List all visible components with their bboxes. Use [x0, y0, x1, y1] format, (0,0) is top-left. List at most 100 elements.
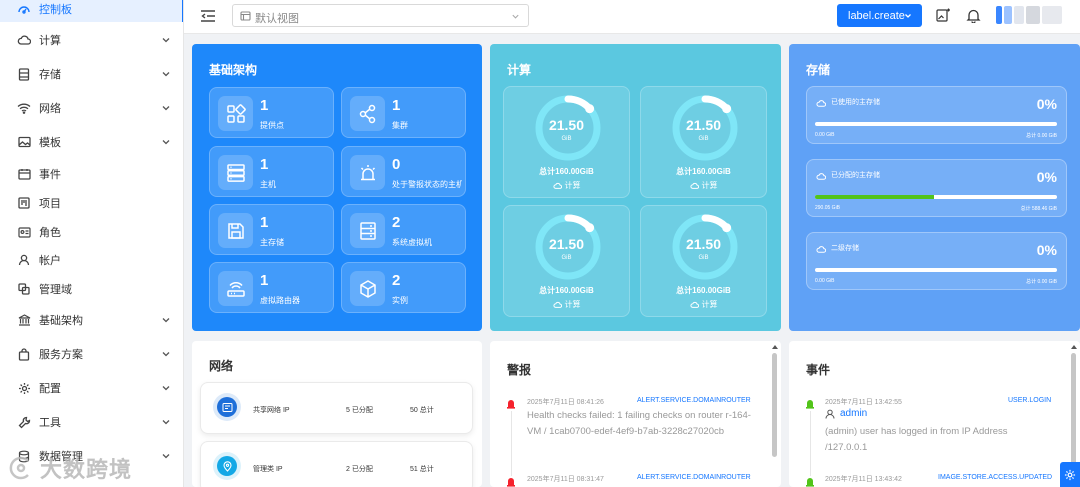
- sidebar-item-tools[interactable]: 工具: [0, 409, 183, 435]
- chevron-down-icon: [162, 352, 170, 357]
- compute-gauge-tile[interactable]: 21.50 GiB 总计160.00GiB 计算: [503, 205, 630, 317]
- sidebar-item-label: 服务方案: [39, 349, 83, 361]
- compute-gauge-tile[interactable]: 21.50 GiB 总计160.00GiB 计算: [640, 86, 767, 198]
- gauge-unit: GiB: [698, 255, 709, 261]
- gauge-type: 计算: [641, 299, 766, 310]
- event-type-link[interactable]: USER.LOGIN: [1008, 397, 1051, 404]
- alert-message: Health checks failed: 1 failing checks o…: [527, 410, 751, 437]
- storage-percent: 0%: [1036, 169, 1057, 185]
- add-image-icon[interactable]: [936, 8, 951, 23]
- tile-virtual-routers[interactable]: 1 虚拟路由器: [209, 262, 334, 313]
- avatar[interactable]: [996, 6, 1066, 24]
- scrollbar-thumb[interactable]: [772, 353, 777, 457]
- storage-used: 0.00 GiB: [815, 132, 835, 138]
- tile-primary-storage[interactable]: 1 主存储: [209, 204, 334, 255]
- event-beacon-icon: [806, 478, 814, 487]
- menu-fold-icon[interactable]: [200, 9, 216, 23]
- sidebar-item-projects[interactable]: 项目: [0, 190, 183, 216]
- compute-gauge-tile[interactable]: 21.50 GiB 总计160.00GiB 计算: [503, 86, 630, 198]
- sidebar-item-network[interactable]: 网络: [0, 95, 183, 121]
- chevron-down-icon: [162, 318, 170, 323]
- chevron-down-icon: [162, 38, 170, 43]
- cabinet-icon: [350, 213, 385, 248]
- storage-progress-bar: [815, 268, 1057, 272]
- tile-system-vms[interactable]: 2 系统虚拟机: [341, 204, 466, 255]
- storage-progress-bar: [815, 195, 1057, 199]
- sidebar-item-infrastructure[interactable]: 基础架构: [0, 307, 183, 333]
- watermark: 大数跨境: [8, 452, 132, 484]
- card-title: 警报: [507, 363, 532, 377]
- sidebar-item-storage[interactable]: 存储: [0, 61, 183, 87]
- location-icon: [217, 456, 237, 476]
- tile-value: 2: [392, 214, 401, 231]
- cloud-icon: [689, 301, 699, 308]
- sidebar-item-service-offerings[interactable]: 服务方案: [0, 341, 183, 367]
- tile-value: 1: [260, 156, 269, 173]
- tile-alert-hosts[interactable]: 0 处于警报状态的主机: [341, 146, 466, 197]
- event-time: 2025年7月11日 13:42:55: [825, 399, 902, 406]
- cloud-icon: [16, 32, 32, 48]
- create-button[interactable]: label.create: [837, 4, 922, 27]
- tile-pods[interactable]: 1 提供点: [209, 87, 334, 138]
- tile-label: 提供点: [260, 121, 284, 130]
- gauge-type-label: 计算: [701, 300, 718, 309]
- tile-label: 处于警报状态的主机: [392, 180, 462, 189]
- scrollbar-thumb[interactable]: [1071, 353, 1076, 471]
- storage-name: 已使用的主存储: [831, 99, 880, 106]
- sidebar-item-label: 模板: [39, 137, 61, 149]
- scroll-up-arrow[interactable]: [1071, 345, 1077, 349]
- compute-gauge-tile[interactable]: 21.50 GiB 总计160.00GiB 计算: [640, 205, 767, 317]
- view-select[interactable]: 默认视图: [232, 4, 529, 27]
- sidebar-item-domains[interactable]: 管理域: [0, 276, 183, 302]
- scroll-up-arrow[interactable]: [772, 345, 778, 349]
- bell-icon[interactable]: [966, 8, 981, 23]
- tile-value: 1: [392, 97, 401, 114]
- gauge-value: 21.50: [685, 236, 722, 252]
- chevron-down-icon: [162, 454, 170, 459]
- events-card: 事件 2025年7月11日 13:42:55 USER.LOGIN admin …: [789, 341, 1080, 487]
- network-row-name: 管理类 IP: [253, 466, 283, 473]
- gauge-type-label: 计算: [564, 300, 581, 309]
- storage-total: 总计 0.00 GiB: [1026, 133, 1057, 139]
- network-card: 网络 共享网络 IP 5 已分配 50 总计 管理类 IP 2 已分配 51 总…: [192, 341, 482, 487]
- sidebar-item-roles[interactable]: 角色: [0, 219, 183, 245]
- sidebar-item-compute[interactable]: 计算: [0, 27, 183, 53]
- gauge-total: 总计160.00GiB: [539, 167, 594, 176]
- storage-usage-tile[interactable]: 二级存储 0% 0.00 GiB 总计 0.00 GiB: [806, 232, 1067, 290]
- chevron-down-icon: [512, 14, 519, 19]
- wifi-icon: [16, 100, 32, 116]
- compute-card: 计算 21.50 GiB 总计160.00GiB 计算 21.50 GiB 总计160.00…: [490, 44, 781, 331]
- network-row[interactable]: 管理类 IP 2 已分配 51 总计: [200, 441, 473, 487]
- sidebar-item-accounts[interactable]: 帐户: [0, 247, 183, 273]
- event-user-link[interactable]: admin: [840, 408, 867, 419]
- network-row[interactable]: 共享网络 IP 5 已分配 50 总计: [200, 382, 473, 434]
- tile-hosts[interactable]: 1 主机: [209, 146, 334, 197]
- tile-clusters[interactable]: 1 集群: [341, 87, 466, 138]
- event-type-link[interactable]: IMAGE.STORE.ACCESS.UPDATED: [938, 474, 1052, 481]
- gauge-unit: GiB: [561, 136, 572, 142]
- event-message: (admin) user has logged in from IP Addre…: [825, 426, 1008, 453]
- tile-instances[interactable]: 2 实例: [341, 262, 466, 313]
- storage-percent: 0%: [1036, 96, 1057, 112]
- storage-usage-tile[interactable]: 已使用的主存储 0% 0.00 GiB 总计 0.00 GiB: [806, 86, 1067, 144]
- sidebar-item-templates[interactable]: 模板: [0, 129, 183, 155]
- sidebar-item-dashboard[interactable]: 控制板: [0, 0, 183, 22]
- tool-icon: [16, 414, 32, 430]
- infrastructure-card: 基础架构 1 提供点 1 集群 1 主机 0 处于警报状态的主机 1 主存储 2…: [192, 44, 482, 331]
- alerts-card: 警报 2025年7月11日 08:41:26 ALERT.SERVICE.DOM…: [490, 341, 781, 487]
- settings-fab[interactable]: [1060, 462, 1080, 487]
- alert-type-link[interactable]: ALERT.SERVICE.DOMAINROUTER: [637, 474, 751, 481]
- sidebar-item-label: 配置: [39, 383, 61, 395]
- timeline-line: [810, 411, 811, 476]
- tile-value: 1: [260, 272, 269, 289]
- gauge-knob: [722, 104, 732, 114]
- sidebar-item-configuration[interactable]: 配置: [0, 375, 183, 401]
- alert-beacon-icon: [507, 478, 515, 487]
- sidebar-item-events[interactable]: 事件: [0, 161, 183, 187]
- alert-time: 2025年7月11日 08:31:47: [527, 476, 604, 483]
- user-icon: [825, 409, 835, 419]
- alert-type-link[interactable]: ALERT.SERVICE.DOMAINROUTER: [637, 397, 751, 404]
- cloud-icon: [552, 182, 562, 189]
- tile-label: 集群: [392, 121, 408, 130]
- storage-usage-tile[interactable]: 已分配的主存储 0% 290.05 GiB 总计 588.46 GiB: [806, 159, 1067, 217]
